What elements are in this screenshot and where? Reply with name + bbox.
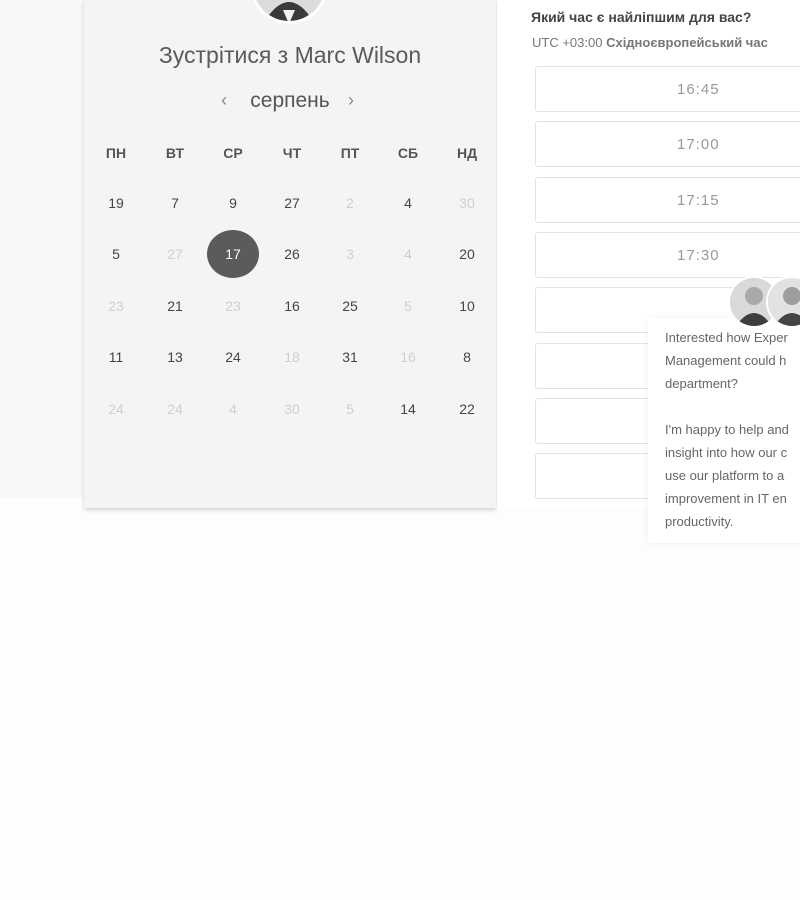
calendar-day[interactable]: 25 — [324, 282, 376, 330]
calendar-day[interactable]: 9 — [207, 179, 259, 227]
calendar-day: 5 — [404, 298, 412, 314]
chevron-right-icon[interactable]: › — [348, 90, 354, 111]
calendar-day: 5 — [346, 401, 354, 417]
calendar-day[interactable]: 14 — [382, 385, 434, 433]
meeting-title: Зустрітися з Marc Wilson — [158, 42, 422, 68]
calendar-day[interactable]: 7 — [149, 179, 201, 227]
weekday-header: НД — [456, 145, 478, 161]
time-slot-label: 17:00 — [677, 136, 720, 154]
calendar-day[interactable]: 21 — [149, 282, 201, 330]
calendar-day[interactable]: 22 — [441, 385, 493, 433]
calendar-day: 18 — [284, 349, 300, 365]
time-slot-button[interactable]: 17:00 — [535, 121, 800, 168]
calendar-day[interactable]: 24 — [207, 333, 259, 381]
timezone-offset: UTC +03:00 — [532, 35, 603, 50]
month-label: серпень — [250, 89, 330, 112]
time-question: Який час є найліпшим для вас? — [531, 9, 752, 25]
time-slot-button[interactable]: 17:30 — [535, 231, 800, 278]
weekday-header: СБ — [397, 145, 419, 161]
calendar-day[interactable]: 19 — [90, 179, 142, 227]
calendar-day[interactable]: 13 — [149, 333, 201, 381]
timezone-label[interactable]: UTC +03:00 Східноєвропейський час — [532, 35, 768, 50]
calendar-day[interactable]: 16 — [266, 282, 318, 330]
weekday-header: ПН — [105, 145, 127, 161]
calendar-day: 4 — [229, 401, 237, 417]
calendar-day: 24 — [167, 401, 183, 417]
calendar-day: 30 — [459, 195, 475, 211]
calendar-day: 23 — [108, 298, 124, 314]
calendar-day: 23 — [225, 298, 241, 314]
weekday-header: СР — [223, 145, 243, 161]
time-slot-label: 17:30 — [677, 246, 720, 264]
calendar-day: 27 — [167, 246, 183, 262]
weekday-header: ВТ — [165, 145, 185, 161]
calendar-day[interactable]: 31 — [324, 333, 376, 381]
calendar-day[interactable]: 4 — [382, 179, 434, 227]
calendar-day[interactable]: 8 — [441, 333, 493, 381]
time-slot-label: 16:45 — [677, 81, 720, 98]
calendar-day-selected[interactable]: 17 — [207, 230, 259, 278]
calendar-day[interactable]: 5 — [90, 230, 142, 278]
weekday-header: ПТ — [340, 145, 360, 161]
calendar-day[interactable]: 26 — [266, 230, 318, 278]
calendar-day[interactable]: 27 — [266, 179, 318, 227]
calendar-day: 24 — [108, 401, 124, 417]
time-slot-button[interactable]: 16:45 — [535, 66, 800, 112]
calendar-day: 4 — [404, 246, 412, 262]
time-slot-button[interactable]: 17:15 — [535, 176, 800, 223]
timezone-name: Східноєвропейський час — [606, 35, 768, 50]
calendar-day: 2 — [346, 195, 354, 211]
time-slot-label: 17:15 — [677, 191, 720, 209]
calendar-day[interactable]: 11 — [90, 333, 142, 381]
chat-message: Interested how Exper Management could h … — [665, 330, 789, 529]
calendar-day[interactable]: 10 — [441, 282, 493, 330]
calendar-day: 3 — [346, 246, 354, 262]
chevron-left-icon[interactable]: ‹ — [221, 90, 227, 111]
calendar-day[interactable]: 20 — [441, 230, 493, 278]
month-navigation: ‹ серпень › — [84, 88, 496, 116]
weekday-header: ЧТ — [282, 145, 302, 161]
calendar-day: 30 — [284, 401, 300, 417]
calendar-day: 16 — [400, 349, 416, 365]
